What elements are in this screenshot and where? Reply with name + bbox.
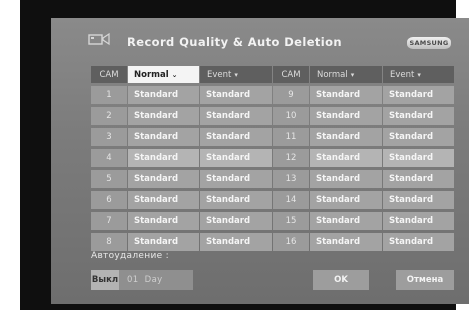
event-dropdown-right[interactable]: Event ▾ (383, 66, 454, 83)
samsung-logo: SAMSUNG (407, 37, 451, 49)
event-cell-left[interactable]: Standard (200, 233, 272, 251)
quality-cell-left[interactable]: Standard (128, 212, 199, 230)
event-cell-right[interactable]: Standard (383, 128, 454, 146)
quality-cell-right[interactable]: Standard (310, 191, 382, 209)
quality-cell-right[interactable]: Standard (310, 107, 382, 125)
cam-number-left: 6 (91, 191, 127, 209)
quality-table: CAM Normal ⌄ Event ▾ CAM Normal ▾ Event … (91, 66, 454, 251)
event-cell-left[interactable]: Standard (200, 149, 272, 167)
camera-icon (88, 32, 110, 46)
cam-number-left: 2 (91, 107, 127, 125)
quality-dropdown-left-label: Normal (134, 69, 169, 80)
quality-cell-left[interactable]: Standard (128, 191, 199, 209)
quality-cell-left[interactable]: Standard (128, 170, 199, 188)
cam-number-right: 10 (273, 107, 309, 125)
monitor-bezel: Record Quality & Auto Deletion SAMSUNG C… (20, 0, 469, 310)
chevron-down-icon: ▾ (350, 70, 355, 79)
chevron-down-icon: ▾ (417, 70, 421, 79)
event-cell-right[interactable]: Standard (383, 191, 454, 209)
cam-number-right: 9 (273, 86, 309, 104)
event-cell-left[interactable]: Standard (200, 107, 272, 125)
quality-cell-right[interactable]: Standard (310, 233, 382, 251)
cam-number-right: 15 (273, 212, 309, 230)
auto-delete-days-field[interactable]: 01 Day (119, 270, 193, 290)
event-cell-right[interactable]: Standard (383, 107, 454, 125)
quality-cell-left[interactable]: Standard (128, 149, 199, 167)
event-cell-right[interactable]: Standard (383, 212, 454, 230)
quality-dropdown-right[interactable]: Normal ▾ (310, 66, 382, 83)
quality-cell-right[interactable]: Standard (310, 86, 382, 104)
dialog-header: Record Quality & Auto Deletion SAMSUNG (51, 18, 469, 56)
cam-header-left: CAM (91, 66, 127, 83)
quality-dropdown-left[interactable]: Normal ⌄ (128, 66, 199, 83)
chevron-down-icon: ▾ (234, 70, 238, 79)
quality-cell-left[interactable]: Standard (128, 86, 199, 104)
event-cell-left[interactable]: Standard (200, 128, 272, 146)
cam-number-right: 16 (273, 233, 309, 251)
auto-delete-row: Выкл 01 Day (91, 270, 193, 290)
cam-number-right: 12 (273, 149, 309, 167)
cancel-button[interactable]: Отмена (396, 270, 454, 290)
quality-cell-right[interactable]: Standard (310, 149, 382, 167)
cam-number-left: 5 (91, 170, 127, 188)
quality-cell-right[interactable]: Standard (310, 212, 382, 230)
auto-delete-days-unit: Day (144, 275, 163, 285)
cam-number-left: 7 (91, 212, 127, 230)
event-cell-left[interactable]: Standard (200, 86, 272, 104)
event-cell-right[interactable]: Standard (383, 149, 454, 167)
event-dropdown-right-label: Event (390, 69, 415, 80)
cam-number-right: 11 (273, 128, 309, 146)
quality-cell-left[interactable]: Standard (128, 233, 199, 251)
chevron-down-icon: ⌄ (171, 70, 178, 79)
cam-number-right: 14 (273, 191, 309, 209)
cam-number-left: 4 (91, 149, 127, 167)
event-cell-left[interactable]: Standard (200, 170, 272, 188)
auto-delete-days-value: 01 (127, 275, 139, 285)
quality-dropdown-right-label: Normal (317, 69, 348, 80)
dvr-screen: Record Quality & Auto Deletion SAMSUNG C… (51, 18, 469, 304)
cam-number-left: 3 (91, 128, 127, 146)
quality-cell-left[interactable]: Standard (128, 107, 199, 125)
cam-header-right: CAM (273, 66, 309, 83)
cam-number-left: 8 (91, 233, 127, 251)
event-dropdown-left-label: Event (207, 69, 232, 80)
event-cell-left[interactable]: Standard (200, 212, 272, 230)
event-cell-right[interactable]: Standard (383, 86, 454, 104)
ok-button[interactable]: OK (313, 270, 369, 290)
event-cell-left[interactable]: Standard (200, 191, 272, 209)
cam-number-right: 13 (273, 170, 309, 188)
event-cell-right[interactable]: Standard (383, 170, 454, 188)
event-dropdown-left[interactable]: Event ▾ (200, 66, 272, 83)
event-cell-right[interactable]: Standard (383, 233, 454, 251)
cam-number-left: 1 (91, 86, 127, 104)
auto-delete-off-button[interactable]: Выкл (91, 270, 119, 290)
page-title: Record Quality & Auto Deletion (127, 35, 343, 49)
quality-cell-right[interactable]: Standard (310, 128, 382, 146)
auto-delete-label: Автоудаление : (91, 251, 169, 261)
quality-cell-left[interactable]: Standard (128, 128, 199, 146)
quality-cell-right[interactable]: Standard (310, 170, 382, 188)
